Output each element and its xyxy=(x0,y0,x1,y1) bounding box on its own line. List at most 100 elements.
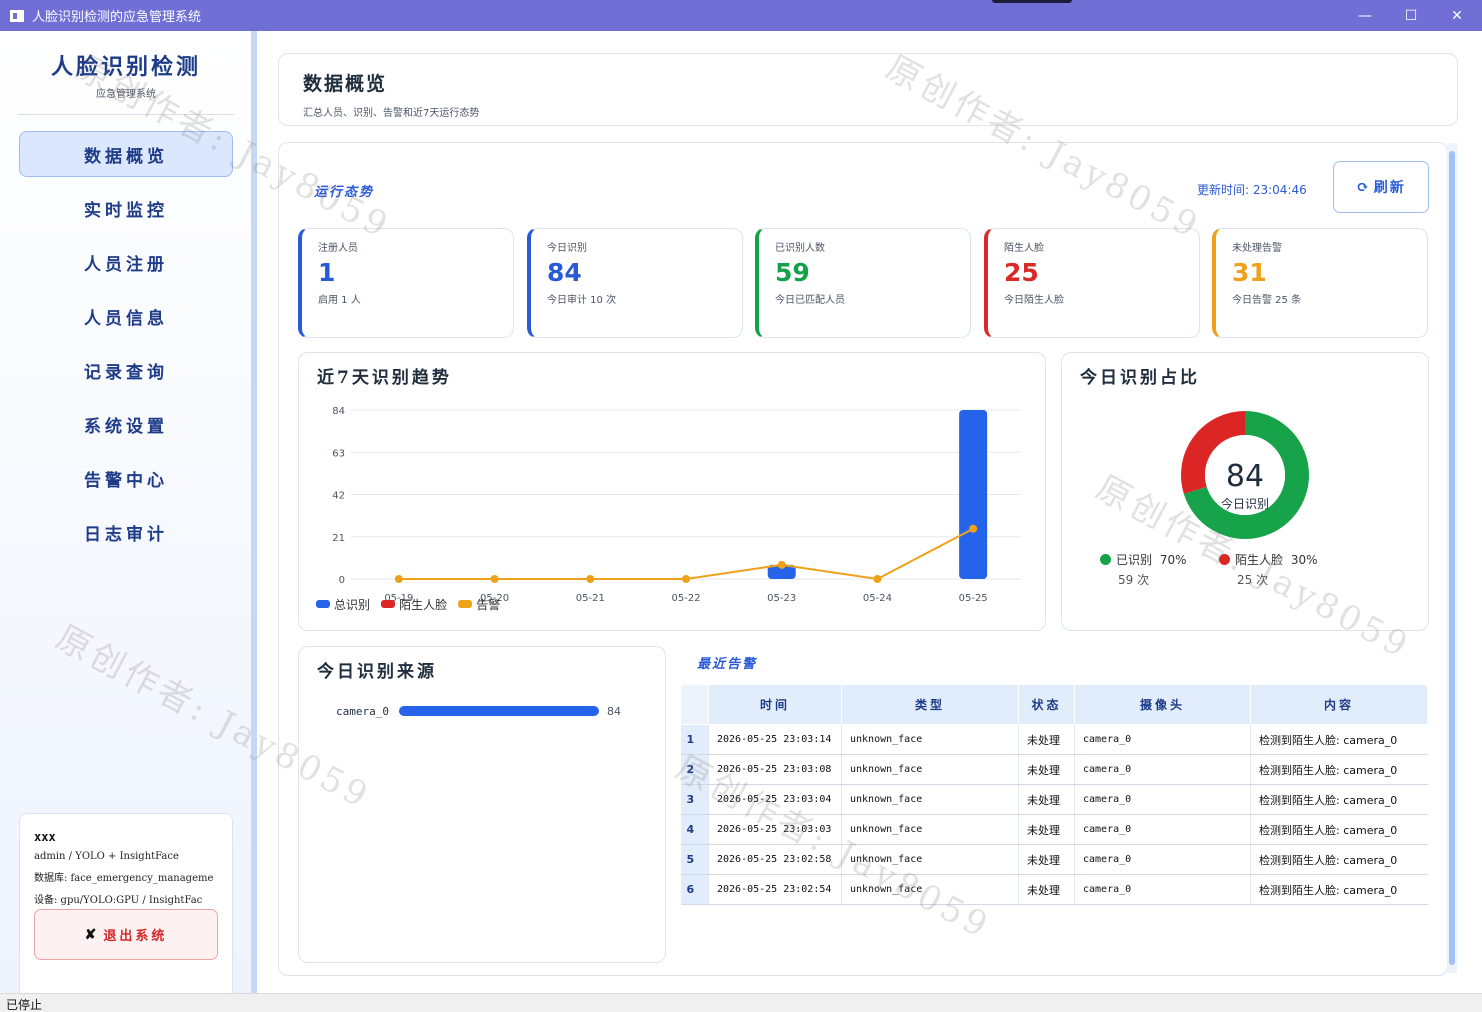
donut-center-label: 今日识别 xyxy=(1221,496,1269,511)
title-bar: 人脸识别检测的应急管理系统 — ☐ ✕ xyxy=(0,0,1482,31)
section-label-status: 运行态势 xyxy=(314,185,375,200)
table-row[interactable]: 1 2026-05-25 23:03:14 unknown_face 未处理 camer… xyxy=(680,724,1428,755)
x-tick-label: 05-23 xyxy=(767,593,796,604)
legend-name: 已识别 xyxy=(1116,553,1153,567)
user-role: admin / YOLO + InsightFace xyxy=(34,851,179,862)
device-info: 设备: gpu/YOLO:GPU / InsightFac xyxy=(34,895,203,906)
stat-value: 25 xyxy=(1004,258,1039,287)
table-cell-index: 4 xyxy=(680,814,709,845)
sidebar-item-records[interactable]: 记录查询 xyxy=(19,347,233,393)
page-header: 数据概览 汇总人员、识别、告警和近7天运行态势 xyxy=(278,53,1458,126)
user-info-card: xxx admin / YOLO + InsightFace 数据库: face… xyxy=(19,813,233,1005)
table-cell-camera: camera_0 xyxy=(1074,754,1251,785)
stat-sub: 今日陌生人脸 xyxy=(1004,295,1064,306)
vertical-scrollbar[interactable] xyxy=(1447,143,1457,973)
sidebar-item-settings[interactable]: 系统设置 xyxy=(19,401,233,447)
table-cell-status: 未处理 xyxy=(1018,754,1075,785)
point-alert xyxy=(682,575,690,583)
table-cell-camera: camera_0 xyxy=(1074,784,1251,815)
table-cell-content: 检测到陌生人脸: camera_0 xyxy=(1250,814,1428,845)
point-alert xyxy=(873,575,882,583)
table-header-content[interactable]: 内容 xyxy=(1250,684,1428,725)
table-cell-index: 6 xyxy=(680,874,709,905)
sidebar-item-monitor[interactable]: 实时监控 xyxy=(19,185,233,231)
table-header-status[interactable]: 状态 xyxy=(1018,684,1075,725)
table-row[interactable]: 4 2026-05-25 23:03:03 unknown_face 未处理 camer… xyxy=(680,814,1428,845)
stat-value: 84 xyxy=(547,258,582,287)
close-button[interactable]: ✕ xyxy=(1434,0,1480,31)
sidebar-nav: 数据概览 实时监控 人员注册 人员信息 记录查询 系统设置 告警中心 日志审计 xyxy=(19,131,233,563)
bar-total-recognition xyxy=(959,410,988,579)
sidebar-splitter[interactable] xyxy=(251,31,257,993)
brand-divider xyxy=(18,114,234,115)
stat-value: 59 xyxy=(775,258,810,287)
table-cell-index: 5 xyxy=(680,844,709,875)
page-subtitle: 汇总人员、识别、告警和近7天运行态势 xyxy=(303,108,480,119)
table-cell-type: unknown_face xyxy=(841,724,1019,755)
table-cell-time: 2026-05-25 23:03:08 xyxy=(708,754,842,785)
table-cell-index: 2 xyxy=(680,754,709,785)
legend-recognized: 已识别 70% 59 次 xyxy=(1100,551,1187,588)
legend-dot xyxy=(1100,554,1111,565)
table-cell-status: 未处理 xyxy=(1018,844,1075,875)
sidebar-item-person-info[interactable]: 人员信息 xyxy=(19,293,233,339)
legend-item-stranger[interactable]: 陌生人脸 xyxy=(381,596,447,613)
table-cell-status: 未处理 xyxy=(1018,724,1075,755)
logout-button[interactable]: ✘ 退出系统 xyxy=(34,909,218,960)
legend-percent: 70% xyxy=(1159,553,1187,567)
table-cell-time: 2026-05-25 23:03:03 xyxy=(708,814,842,845)
stat-card-recognized: 已识别人数 59 今日已匹配人员 xyxy=(755,228,971,338)
table-cell-type: unknown_face xyxy=(841,754,1019,785)
sidebar-item-overview[interactable]: 数据概览 xyxy=(19,131,233,177)
refresh-button[interactable]: ⟳ 刷新 xyxy=(1333,161,1429,213)
legend-label: 告警 xyxy=(476,597,501,612)
table-header-index xyxy=(680,684,709,725)
legend-swatch xyxy=(316,600,330,608)
table-cell-index: 1 xyxy=(680,724,709,755)
brand: 人脸识别检测 应急管理系统 xyxy=(18,49,234,100)
table-row[interactable]: 6 2026-05-25 23:02:54 unknown_face 未处理 camer… xyxy=(680,874,1428,905)
table-cell-type: unknown_face xyxy=(841,784,1019,815)
table-header-row: 时间 类型 状态 摄像头 内容 xyxy=(680,684,1428,725)
table-row[interactable]: 5 2026-05-25 23:02:58 unknown_face 未处理 camer… xyxy=(680,844,1428,875)
legend-dot xyxy=(1219,554,1230,565)
scrollbar-thumb[interactable] xyxy=(1449,151,1455,965)
sidebar: 人脸识别检测 应急管理系统 数据概览 实时监控 人员注册 人员信息 记录查询 系… xyxy=(0,31,251,1005)
donut-center-value: 84 xyxy=(1226,459,1264,494)
table-header-camera[interactable]: 摄像头 xyxy=(1074,684,1251,725)
table-header-type[interactable]: 类型 xyxy=(841,684,1019,725)
x-tick-label: 05-25 xyxy=(959,593,988,604)
source-category-label: camera_0 xyxy=(336,705,389,718)
sidebar-item-alerts[interactable]: 告警中心 xyxy=(19,455,233,501)
table-row[interactable]: 2 2026-05-25 23:03:08 unknown_face 未处理 camer… xyxy=(680,754,1428,785)
stat-label: 陌生人脸 xyxy=(1004,243,1044,254)
legend-item-alert[interactable]: 告警 xyxy=(458,596,500,613)
table-cell-camera: camera_0 xyxy=(1074,844,1251,875)
table-cell-status: 未处理 xyxy=(1018,874,1075,905)
table-header-time[interactable]: 时间 xyxy=(708,684,842,725)
minimize-button[interactable]: — xyxy=(1342,0,1388,31)
x-tick-label: 05-24 xyxy=(863,593,892,604)
refresh-icon: ⟳ xyxy=(1356,178,1371,196)
maximize-button[interactable]: ☐ xyxy=(1388,0,1434,31)
point-alert xyxy=(394,575,403,583)
point-alert xyxy=(490,575,499,583)
table-row[interactable]: 3 2026-05-25 23:03:04 unknown_face 未处理 camer… xyxy=(680,784,1428,815)
sidebar-item-audit[interactable]: 日志审计 xyxy=(19,509,233,555)
brand-subtitle: 应急管理系统 xyxy=(96,89,156,100)
y-tick-label: 63 xyxy=(332,448,345,459)
stat-label: 未处理告警 xyxy=(1232,243,1282,254)
source-bar-chart: camera_0 84 xyxy=(336,705,621,718)
section-label-alerts: 最近告警 xyxy=(697,657,758,672)
sidebar-item-register[interactable]: 人员注册 xyxy=(19,239,233,285)
legend-name: 陌生人脸 xyxy=(1235,553,1284,567)
stat-sub: 今日审计 10 次 xyxy=(547,295,617,306)
legend-item-total[interactable]: 总识别 xyxy=(316,596,370,613)
stat-label: 已识别人数 xyxy=(775,243,825,254)
table-cell-content: 检测到陌生人脸: camera_0 xyxy=(1250,784,1428,815)
table-cell-type: unknown_face xyxy=(841,844,1019,875)
stat-value: 1 xyxy=(318,258,336,287)
legend-swatch xyxy=(458,600,473,608)
update-time: 更新时间: 23:04:46 xyxy=(1197,183,1307,197)
table-cell-type: unknown_face xyxy=(841,874,1019,905)
